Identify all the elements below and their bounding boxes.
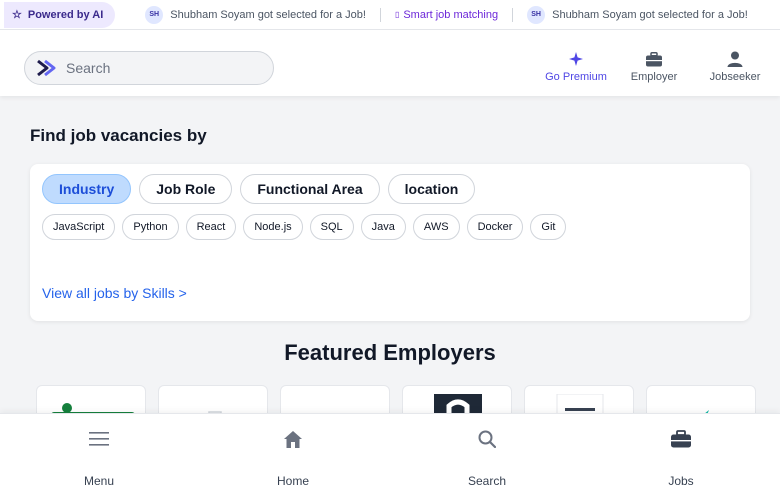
skill-chip[interactable]: AWS <box>412 214 460 240</box>
find-jobs-title: Find job vacancies by <box>30 126 207 145</box>
top-header: Go Premium Employer Jobseeker <box>0 30 780 96</box>
skill-chip[interactable]: JavaScript <box>42 214 116 240</box>
go-premium-label: Go Premium <box>545 71 607 83</box>
skill-chip[interactable]: React <box>185 214 237 240</box>
home-icon <box>284 428 302 450</box>
star-icon: ☆ <box>12 9 22 21</box>
tab-functional-area[interactable]: Functional Area <box>240 174 380 204</box>
skill-chip[interactable]: Node.js <box>243 214 303 240</box>
featured-employers-title: Featured Employers <box>284 340 496 365</box>
powered-by-ai-label: Powered by AI <box>27 8 104 21</box>
ticker-text: Smart job matching <box>403 8 499 21</box>
briefcase-icon <box>671 428 691 450</box>
skill-chip[interactable]: Docker <box>466 214 524 240</box>
skill-chip[interactable]: Java <box>360 214 406 240</box>
sparkle-icon <box>569 50 583 68</box>
nav-home[interactable]: Home <box>243 428 343 488</box>
avatar: SH <box>145 5 164 24</box>
search-input[interactable] <box>66 60 246 76</box>
skill-chip[interactable]: Git <box>530 214 567 240</box>
nav-search[interactable]: Search <box>437 428 537 488</box>
jobseeker-label: Jobseeker <box>709 71 761 83</box>
go-premium-button[interactable]: Go Premium <box>540 50 612 83</box>
sparkle-icon: ▯ <box>394 10 400 19</box>
hamburger-icon <box>89 428 109 450</box>
ticker-item: SH Shubham Soyam got selected for a Job! <box>513 5 762 24</box>
nav-home-label: Home <box>276 474 309 488</box>
tab-industry[interactable]: Industry <box>42 174 132 204</box>
announcement-ticker: ☆ Powered by AI SH Shubham Soyam got sel… <box>0 0 780 30</box>
category-tabs: Industry Job Role Functional Area locati… <box>42 174 476 204</box>
tab-location[interactable]: location <box>387 174 476 204</box>
employer-button[interactable]: Employer <box>622 50 686 83</box>
jobseeker-button[interactable]: Jobseeker <box>702 50 768 83</box>
ticker-text: Shubham Soyam got selected for a Job! <box>552 8 748 21</box>
search-bar[interactable] <box>24 51 274 85</box>
skill-chip[interactable]: SQL <box>309 214 354 240</box>
site-logo-icon <box>37 59 56 77</box>
employer-label: Employer <box>630 71 678 83</box>
nav-menu[interactable]: Menu <box>49 428 149 488</box>
job-category-card: Industry Job Role Functional Area locati… <box>30 164 750 321</box>
avatar: SH <box>527 5 546 24</box>
ticker-text: Shubham Soyam got selected for a Job! <box>170 8 366 21</box>
ticker-item: SH Shubham Soyam got selected for a Job! <box>115 5 381 24</box>
skill-chips: JavaScript Python React Node.js SQL Java… <box>42 214 567 240</box>
bottom-navigation: Menu Home Search Jobs <box>0 413 780 493</box>
tab-job-role[interactable]: Job Role <box>139 174 233 204</box>
briefcase-icon <box>646 50 662 68</box>
user-icon <box>727 50 743 68</box>
skill-chip[interactable]: Python <box>122 214 179 240</box>
view-all-jobs-link[interactable]: View all jobs by Skills > <box>42 285 187 301</box>
search-icon <box>478 428 496 450</box>
nav-menu-label: Menu <box>83 474 115 488</box>
nav-jobs[interactable]: Jobs <box>631 428 731 488</box>
nav-search-label: Search <box>467 474 507 488</box>
nav-jobs-label: Jobs <box>668 474 694 488</box>
ticker-item: ▯ Smart job matching <box>381 7 514 22</box>
powered-by-ai-badge: ☆ Powered by AI <box>4 1 116 28</box>
